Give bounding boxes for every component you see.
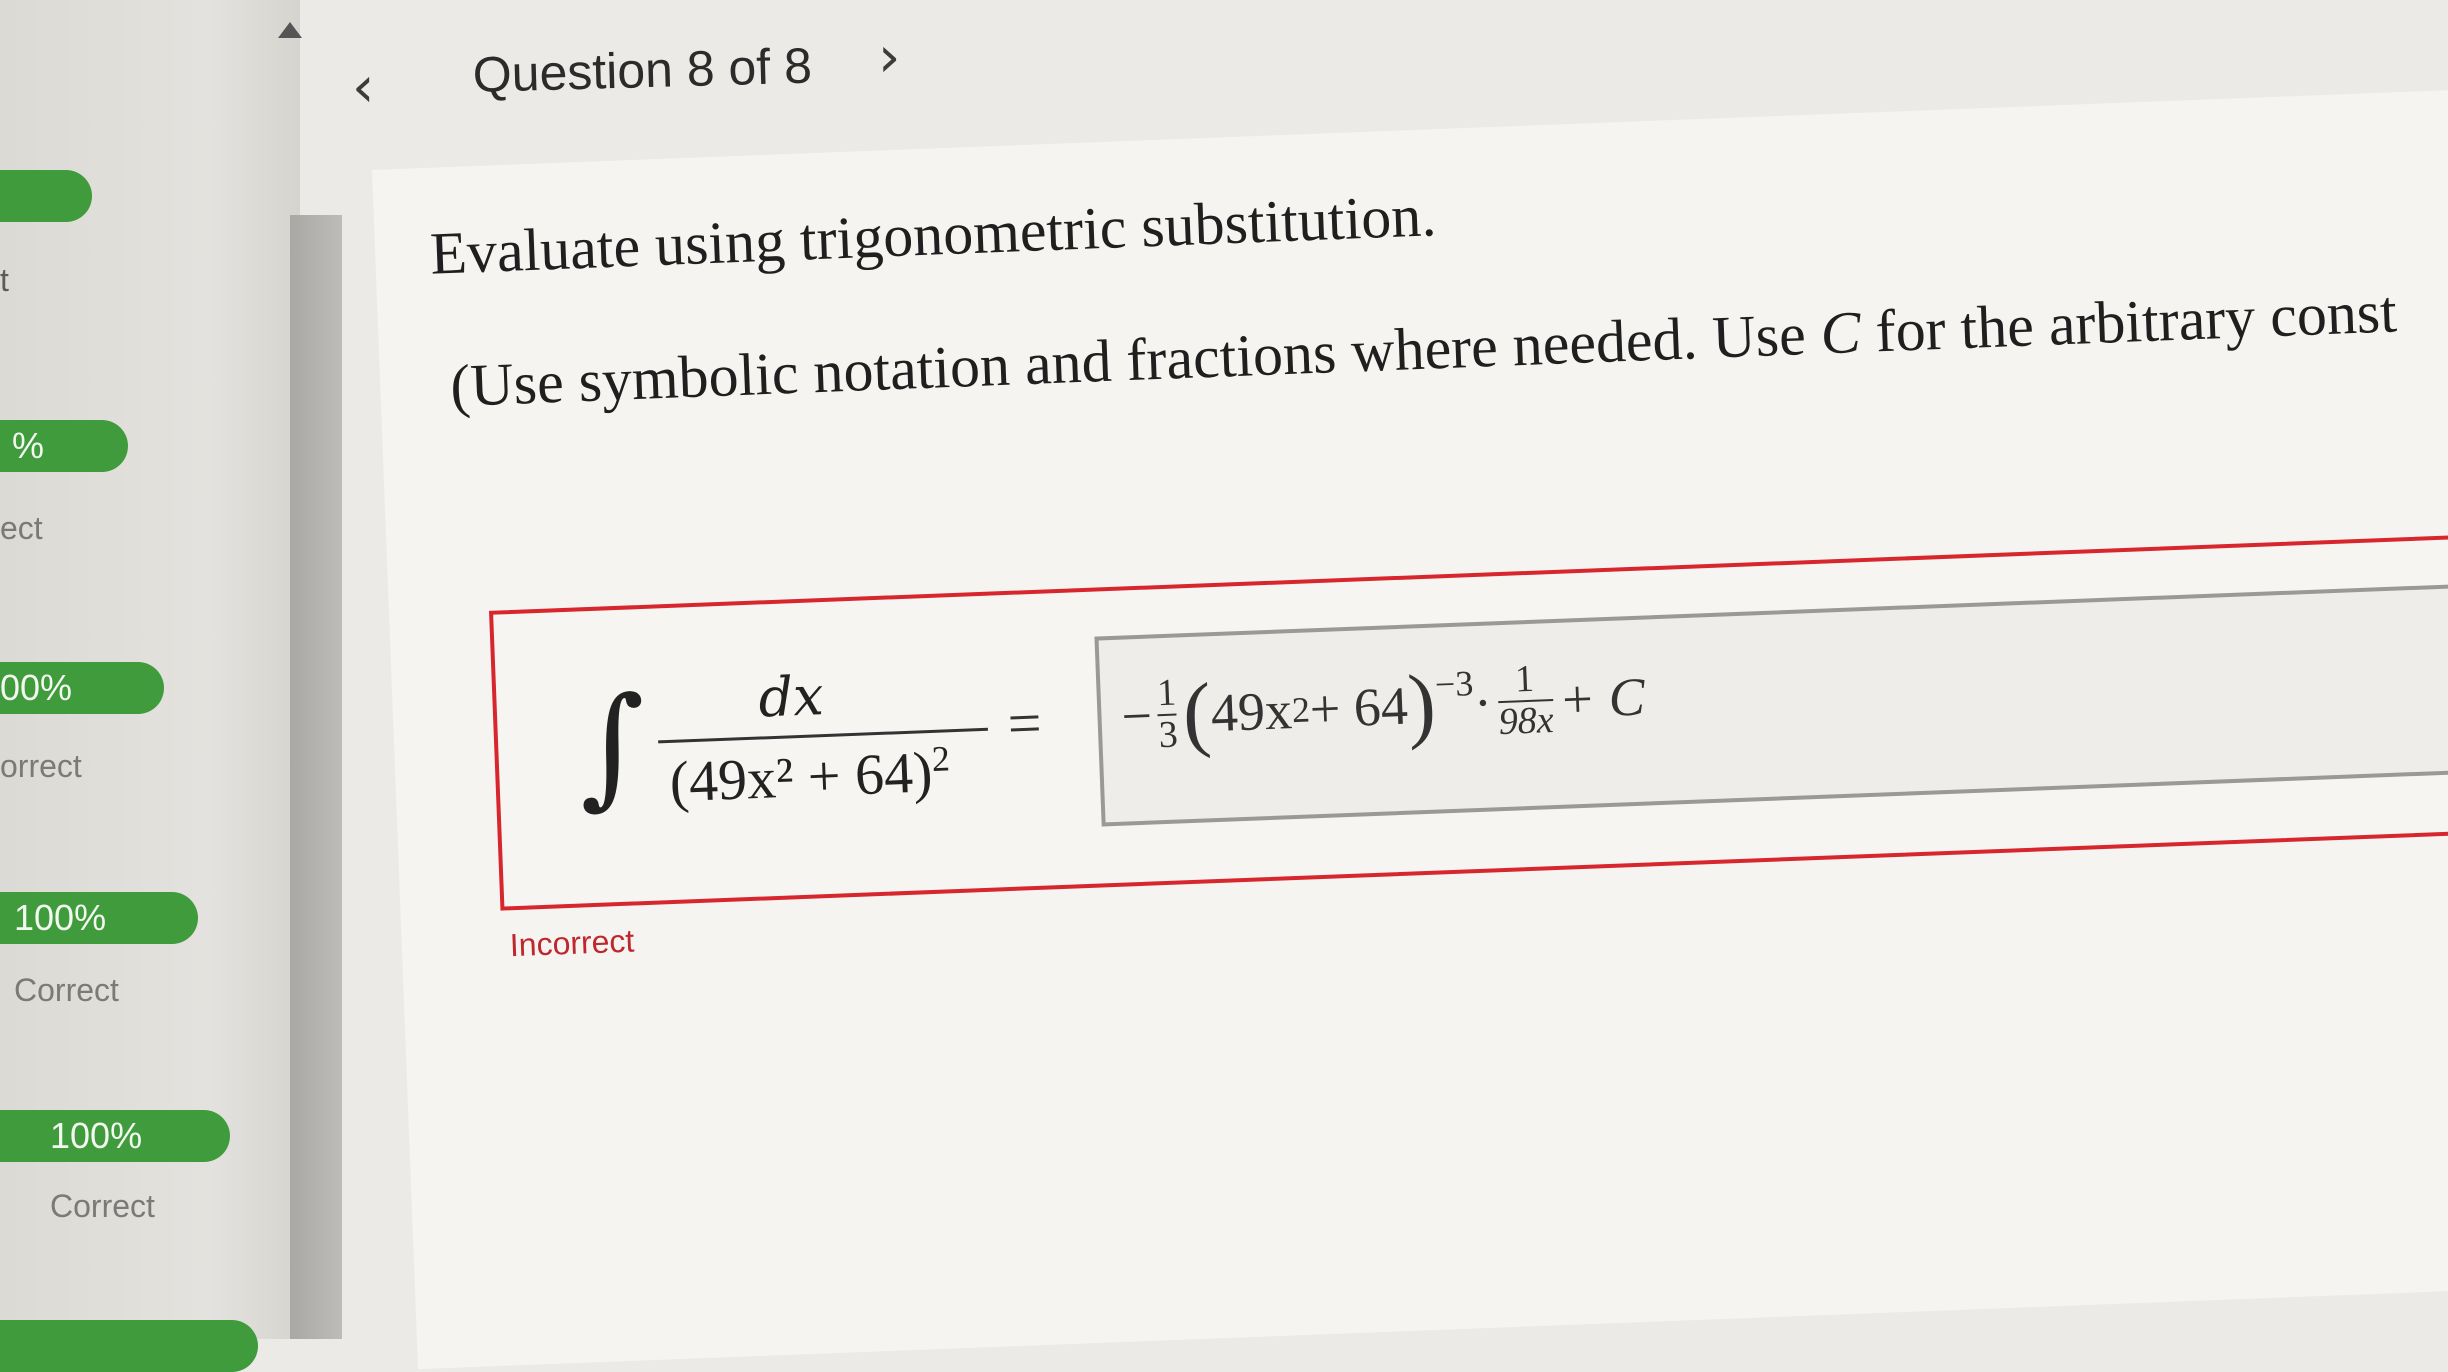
sidebar-score-badge[interactable]: 00%	[0, 662, 164, 714]
sidebar-score-badge[interactable]: 100%	[0, 1110, 230, 1162]
sidebar-score-badge[interactable]: 100%	[0, 892, 198, 944]
sidebar-status-label: ect	[0, 510, 43, 546]
sidebar-status-label: orrect	[0, 748, 82, 784]
coefficient-fraction: 13	[1156, 671, 1179, 756]
chevron-left-icon[interactable]: ‹	[352, 60, 374, 116]
feedback-incorrect: Incorrect	[509, 922, 635, 964]
sidebar-divider	[290, 215, 342, 1339]
sidebar-score-badge[interactable]	[0, 1320, 258, 1372]
scroll-up-icon[interactable]	[278, 22, 302, 38]
question-panel: Evaluate using trigonometric substitutio…	[372, 89, 2448, 1370]
chevron-right-icon[interactable]: ›	[878, 30, 900, 86]
equals-sign: =	[1006, 689, 1043, 757]
sidebar-score-badge[interactable]: %	[0, 420, 128, 472]
integral-denominator: (49x² + 64)2	[668, 738, 951, 815]
answer-expression: − 13 ( 49x 2 + 64 ) −3 · 1 98x + C	[1120, 657, 1646, 761]
sidebar-score-badge[interactable]	[0, 170, 92, 222]
reciprocal-fraction: 1 98x	[1497, 657, 1555, 743]
sidebar-status-label: Correct	[50, 1188, 155, 1224]
question-sidebar: t % ect 00% orrect 100% Correct 100% Cor…	[0, 0, 302, 1372]
answer-container: ∫ dx (49x² + 64)2 = − 13 ( 49x 2 + 64 ) −…	[489, 532, 2448, 911]
integral-numerator: dx	[757, 664, 825, 730]
question-prompt: Evaluate using trigonometric substitutio…	[428, 182, 1438, 287]
sidebar-status-label: Correct	[14, 972, 119, 1008]
sidebar-status-label: t	[0, 262, 9, 298]
question-instruction: (Use symbolic notation and fractions whe…	[449, 278, 2398, 420]
question-title: Question 8 of 8	[472, 37, 813, 103]
answer-input[interactable]: − 13 ( 49x 2 + 64 ) −3 · 1 98x + C	[1094, 579, 2448, 827]
integral-sign: ∫	[575, 667, 649, 823]
